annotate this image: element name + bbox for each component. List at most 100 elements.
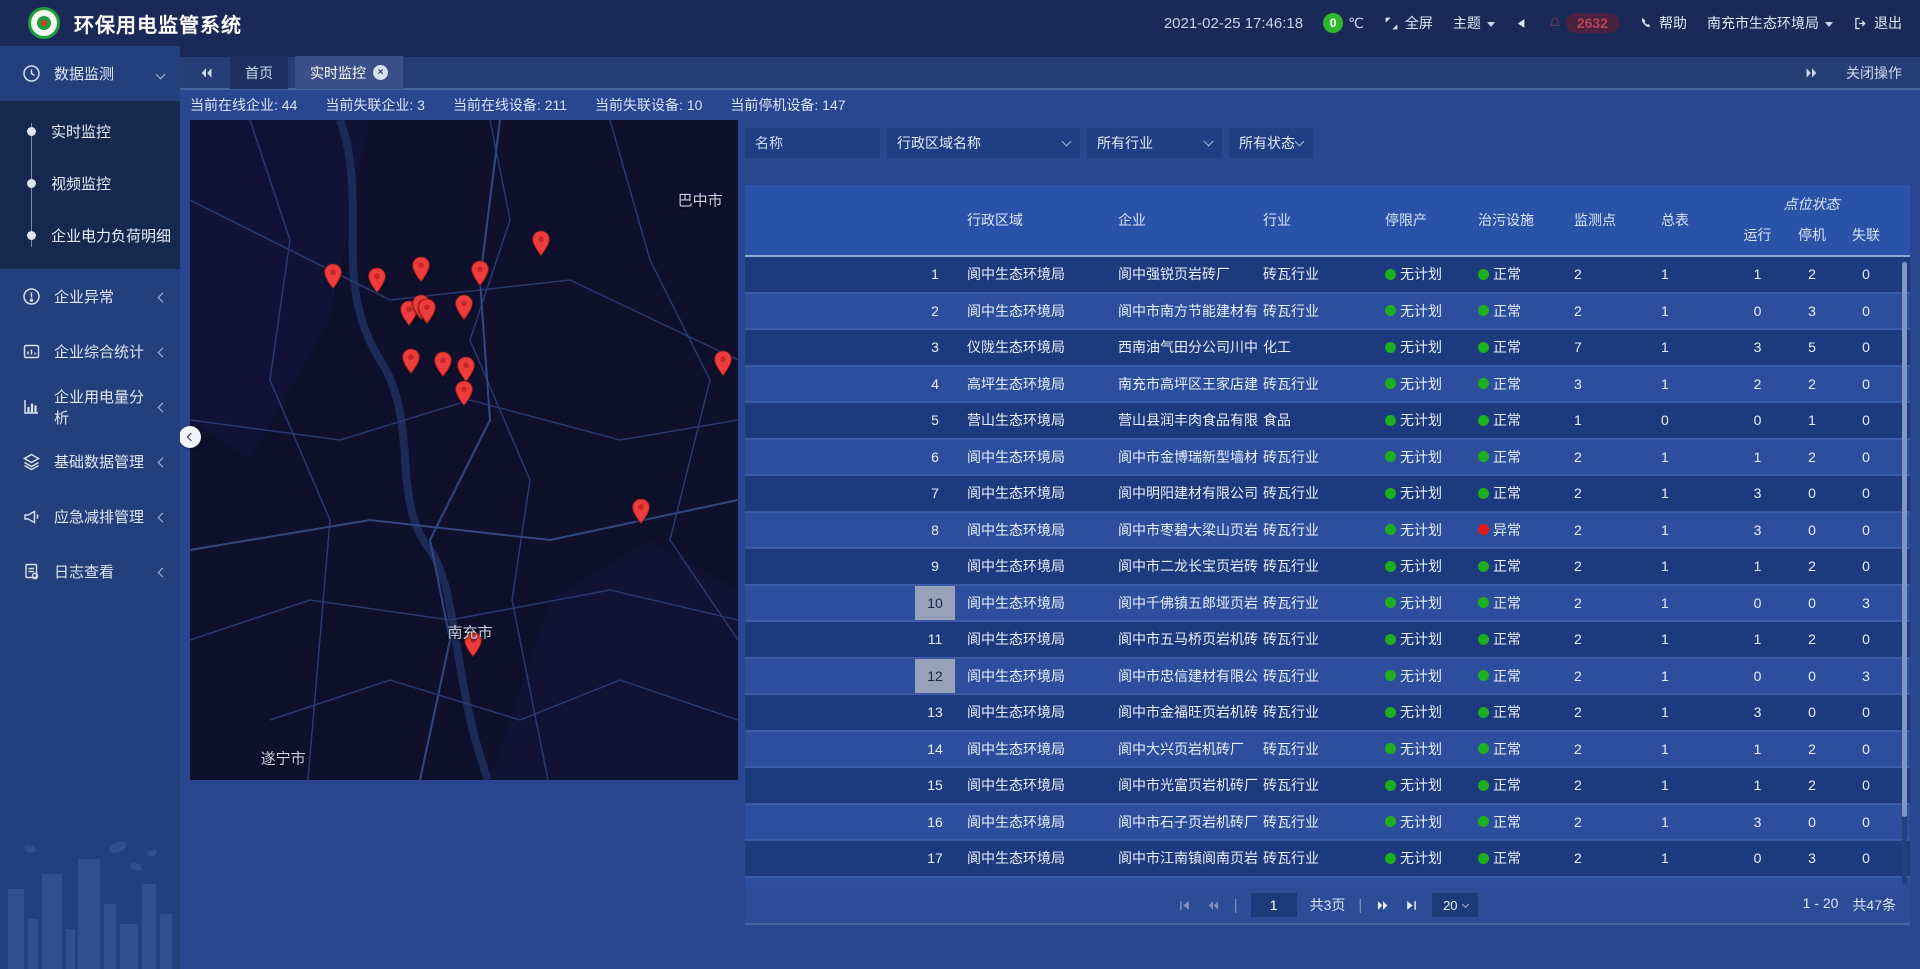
status-dot: [1385, 780, 1396, 791]
map-pin[interactable]: [367, 267, 386, 299]
map-pin[interactable]: [470, 260, 489, 292]
cell-monitor-count: 2: [1560, 631, 1640, 647]
close-operations-button[interactable]: 关闭操作: [1846, 63, 1902, 83]
cell-monitor-count: 2: [1560, 595, 1640, 611]
cell-lost-count: 0: [1839, 558, 1893, 574]
table-row[interactable]: 3仪陇生态环境局西南油气田分公司川中化工无计划正常71350: [745, 330, 1910, 367]
cell-stop-status: 无计划: [1380, 337, 1470, 357]
map-pin[interactable]: [401, 348, 420, 380]
next-page-button[interactable]: [1375, 899, 1391, 912]
tab-strip: 首页 实时监控 × 关闭操作: [180, 46, 1920, 90]
status-select[interactable]: 所有状态: [1229, 128, 1313, 158]
cell-run-count: 1: [1730, 266, 1785, 282]
cell-company: 阆中市忠信建材有限公: [1115, 666, 1260, 686]
prev-page-button[interactable]: [1205, 899, 1221, 912]
last-page-button[interactable]: [1404, 899, 1419, 912]
cell-industry: 砖瓦行业: [1260, 593, 1380, 613]
map-pin[interactable]: [417, 298, 436, 330]
sidebar-item[interactable]: 企业用电量分析: [0, 379, 180, 434]
logout-button[interactable]: 退出: [1853, 13, 1902, 33]
right-panel: 行政区域名称 所有行业 所有状态 行政区域 企业 行业 停限产: [745, 120, 1910, 935]
name-search-input[interactable]: [745, 128, 880, 158]
table-row[interactable]: 2阆中生态环境局阆中市南方节能建材有砖瓦行业无计划正常21030: [745, 294, 1910, 331]
fullscreen-button[interactable]: 全屏: [1384, 13, 1433, 33]
table-row[interactable]: 7阆中生态环境局阆中明阳建材有限公司砖瓦行业无计划正常21300: [745, 476, 1910, 513]
table-row[interactable]: 14阆中生态环境局阆中大兴页岩机砖厂砖瓦行业无计划正常21120: [745, 732, 1910, 769]
cell-run-count: 3: [1730, 485, 1785, 501]
table-row[interactable]: 8阆中生态环境局阆中市枣碧大梁山页岩砖瓦行业无计划异常21300: [745, 513, 1910, 550]
table-row[interactable]: 9阆中生态环境局阆中市二龙长宝页岩砖砖瓦行业无计划正常21120: [745, 549, 1910, 586]
row-number: 13: [915, 695, 955, 730]
cell-lost-count: 0: [1839, 266, 1893, 282]
table-row[interactable]: 15阆中生态环境局阆中市光富页岩机砖厂砖瓦行业无计划正常21120: [745, 768, 1910, 805]
status-dot: [1385, 342, 1396, 353]
sidebar-item[interactable]: 基础数据管理: [0, 434, 180, 489]
map-pin[interactable]: [455, 380, 474, 412]
sidebar-subitem[interactable]: 实时监控: [0, 105, 180, 157]
theme-dropdown[interactable]: 主题: [1453, 13, 1495, 33]
status-dot: [1385, 269, 1396, 280]
double-chevron-right-icon[interactable]: [1804, 66, 1820, 80]
chevron-left-icon: [158, 568, 168, 578]
map-canvas[interactable]: 巴中市南充市遂宁市: [190, 120, 738, 780]
map-pin[interactable]: [455, 294, 474, 326]
notification-badge[interactable]: 2632: [1548, 13, 1619, 33]
table-row[interactable]: 11阆中生态环境局阆中市五马桥页岩机砖砖瓦行业无计划正常21120: [745, 622, 1910, 659]
tabs-scroll-left-button[interactable]: [198, 66, 214, 80]
table-row[interactable]: 17阆中生态环境局阆中市江南镇阆南页岩砖瓦行业无计划正常21030: [745, 841, 1910, 878]
cell-run-count: 1: [1730, 777, 1785, 793]
cell-monitor-count: 2: [1560, 522, 1640, 538]
help-button[interactable]: 帮助: [1639, 13, 1687, 33]
sidebar-item[interactable]: 应急减排管理: [0, 489, 180, 544]
table-row[interactable]: 5营山生态环境局营山县润丰肉食品有限食品无计划正常10010: [745, 403, 1910, 440]
status-dot: [1385, 488, 1396, 499]
region-select[interactable]: 行政区域名称: [887, 128, 1080, 158]
tab-home[interactable]: 首页: [230, 56, 288, 89]
app: 环保用电监管系统 2021-02-25 17:46:18 0 ℃ 全屏 主题 2…: [0, 0, 1920, 969]
header-region: 行政区域: [955, 185, 1115, 255]
table-row[interactable]: 12阆中生态环境局阆中市忠信建材有限公砖瓦行业无计划正常21003: [745, 659, 1910, 696]
sidebar-item[interactable]: 企业异常: [0, 269, 180, 324]
sidebar-item[interactable]: 日志查看: [0, 544, 180, 599]
map-pin[interactable]: [324, 263, 343, 295]
sidebar-item[interactable]: 企业综合统计: [0, 324, 180, 379]
table-row[interactable]: 16阆中生态环境局阆中市石子页岩机砖厂砖瓦行业无计划正常21300: [745, 805, 1910, 842]
cell-stop-status: 无计划: [1380, 374, 1470, 394]
user-dropdown[interactable]: 南充市生态环境局: [1707, 13, 1833, 33]
sidebar-subitem[interactable]: 视频监控: [0, 157, 180, 209]
header-company: 企业: [1115, 185, 1260, 255]
table-row[interactable]: 6阆中生态环境局阆中市金博瑞新型墙材砖瓦行业无计划正常21120: [745, 440, 1910, 477]
filter-bar: 行政区域名称 所有行业 所有状态: [745, 128, 1313, 158]
page-number-input[interactable]: [1251, 893, 1297, 917]
map-collapse-button[interactable]: [179, 426, 201, 448]
table-row[interactable]: 10阆中生态环境局阆中千佛镇五郎垭页岩砖瓦行业无计划正常21003: [745, 586, 1910, 623]
cell-industry: 砖瓦行业: [1260, 702, 1380, 722]
industry-select[interactable]: 所有行业: [1087, 128, 1222, 158]
map-pin[interactable]: [412, 256, 431, 288]
sidebar-item[interactable]: 数据监测: [0, 46, 180, 101]
map-pin[interactable]: [714, 350, 733, 382]
cell-region: 阆中生态环境局: [955, 483, 1115, 503]
table-row[interactable]: 4高坪生态环境局南充市高坪区王家店建砖瓦行业无计划正常31220: [745, 367, 1910, 404]
page-size-select[interactable]: 20: [1432, 893, 1478, 917]
first-page-button[interactable]: [1177, 899, 1192, 912]
table-scrollbar-thumb[interactable]: [1902, 262, 1907, 817]
table-row[interactable]: 1阆中生态环境局阆中强锐页岩砖厂砖瓦行业无计划正常21120: [745, 257, 1910, 294]
pagination-summary: 1 - 20 共47条: [1803, 895, 1896, 915]
skyline-decoration: [0, 829, 180, 969]
map-pin[interactable]: [632, 498, 651, 530]
announcement-toggle-button[interactable]: [1515, 17, 1528, 30]
cell-region: 高坪生态环境局: [955, 374, 1115, 394]
sidebar-subitem[interactable]: 企业电力负荷明细: [0, 209, 180, 261]
tab-realtime-monitor[interactable]: 实时监控 ×: [295, 56, 403, 89]
cell-stop-status: 无计划: [1380, 812, 1470, 832]
cell-company: 营山县润丰肉食品有限: [1115, 410, 1260, 430]
cell-meter-count: 1: [1640, 814, 1730, 830]
map-pin[interactable]: [531, 230, 550, 262]
cell-industry: 砖瓦行业: [1260, 483, 1380, 503]
table-row[interactable]: 13阆中生态环境局阆中市金福旺页岩机砖砖瓦行业无计划正常21300: [745, 695, 1910, 732]
map-pin[interactable]: [434, 351, 453, 383]
table-row[interactable]: 18南部生态环境局南部县砖华山河有限公建材化工无计划正常50050: [745, 878, 1910, 888]
cell-meter-count: 1: [1640, 266, 1730, 282]
close-icon[interactable]: ×: [373, 65, 388, 80]
